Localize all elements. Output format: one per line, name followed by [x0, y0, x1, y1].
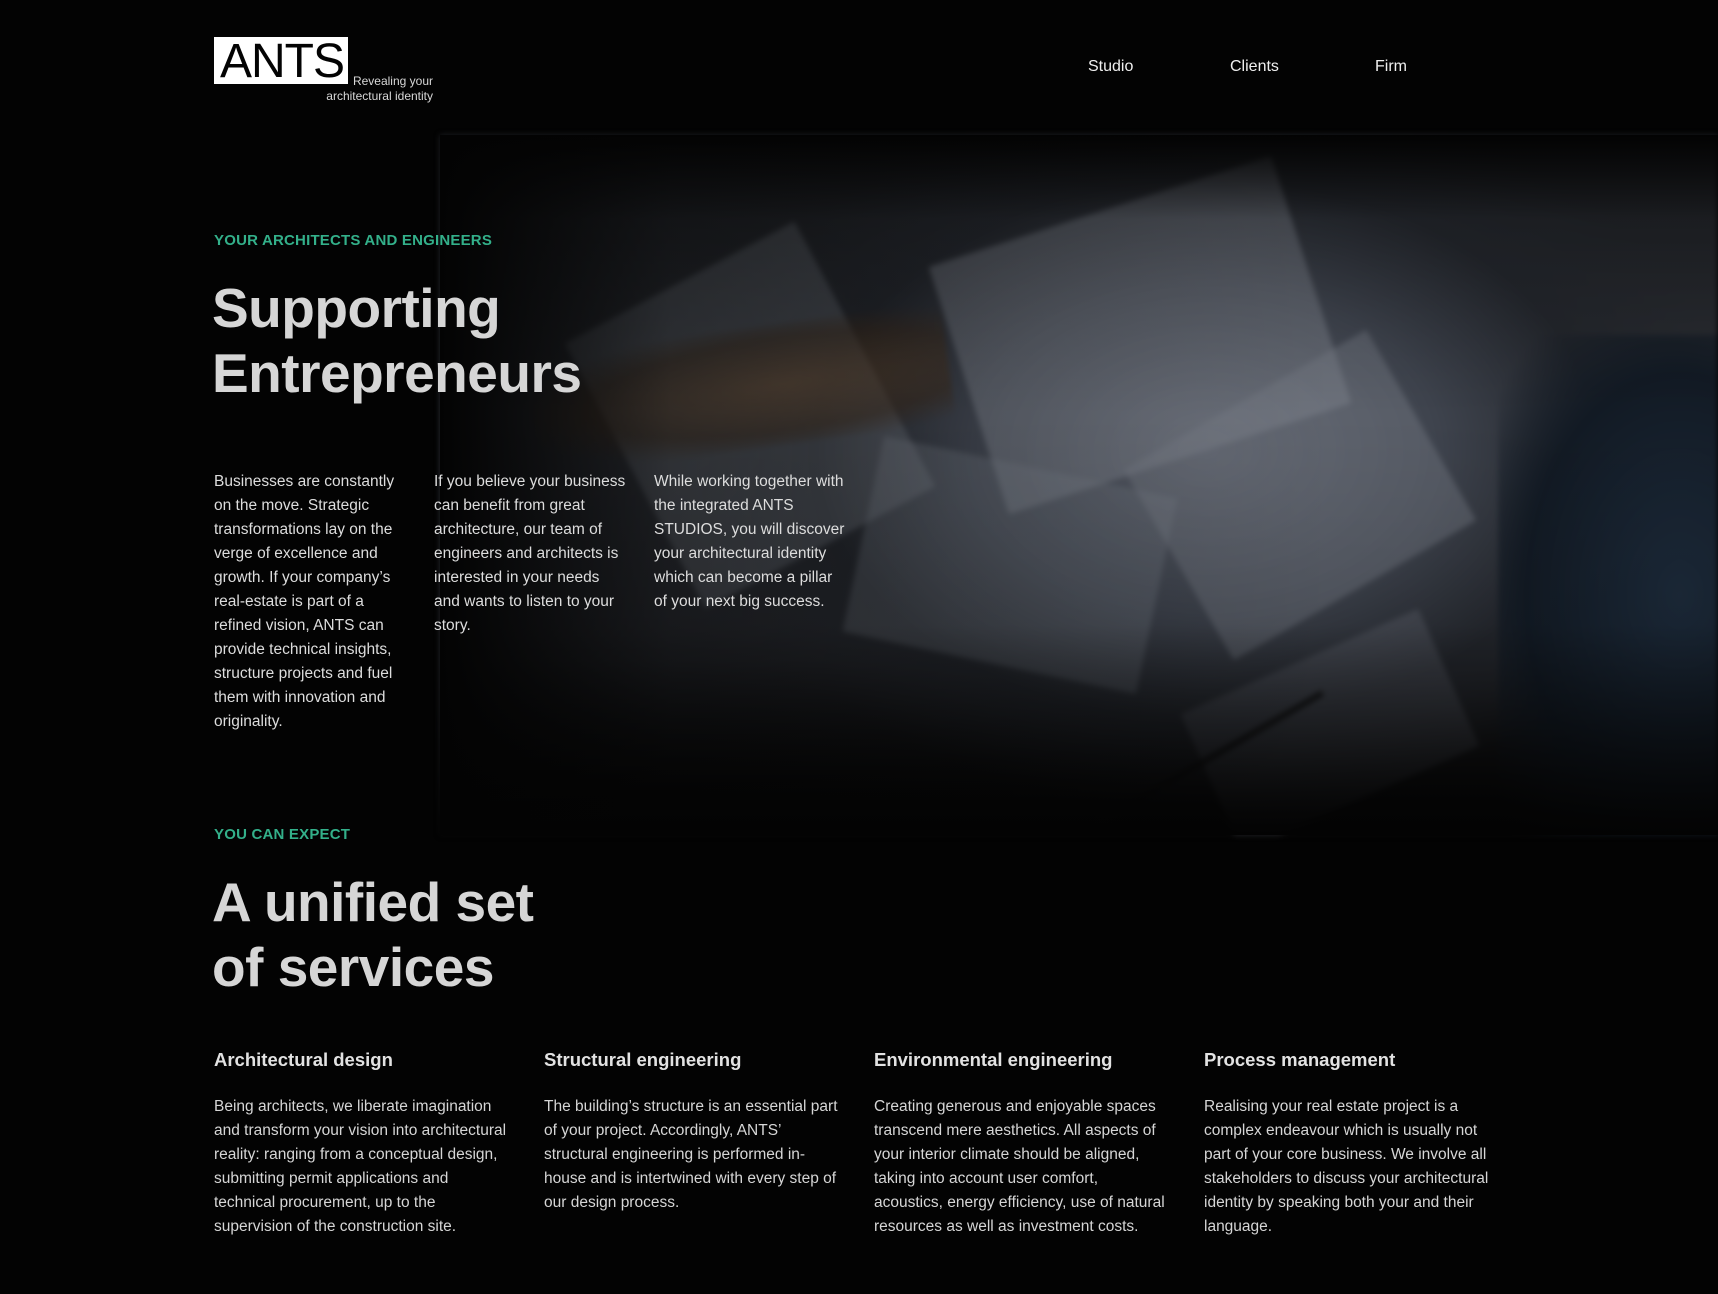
hero-eyebrow: YOUR ARCHITECTS AND ENGINEERS — [214, 232, 493, 249]
intro-paragraph-2: If you believe your business can benefit… — [434, 473, 626, 634]
site-header: ANTS Revealing your architectural identi… — [0, 0, 1718, 130]
services-title: A unified set of services — [212, 870, 692, 1000]
services-eyebrow: YOU CAN EXPECT — [214, 826, 351, 843]
logo-tagline: Revealing your architectural identity — [326, 74, 433, 103]
service-description: Creating generous and enjoyable spaces t… — [874, 1098, 1165, 1235]
service-title: Architectural design — [214, 1049, 393, 1070]
service-description: Realising your real estate project is a … — [1204, 1098, 1489, 1235]
services-title-line-2: of services — [212, 936, 494, 998]
nav-item-clients[interactable]: Clients — [1230, 58, 1279, 76]
service-process-management: Process management Realising your real e… — [1204, 1048, 1500, 1239]
hero-title: Supporting Entrepreneurs — [212, 276, 692, 406]
nav-item-firm[interactable]: Firm — [1375, 58, 1407, 76]
service-environmental-engineering: Environmental engineering Creating gener… — [874, 1048, 1170, 1239]
hero-image-fade — [440, 135, 1718, 835]
service-architectural-design: Architectural design Being architects, w… — [214, 1048, 510, 1239]
ants-logo[interactable]: ANTS Revealing your architectural identi… — [214, 37, 444, 107]
intro-paragraph-3: While working together with the integrat… — [654, 473, 845, 610]
intro-paragraph-1: Businesses are constantly on the move. S… — [214, 473, 395, 730]
service-title: Environmental engineering — [874, 1049, 1113, 1070]
service-title: Structural engineering — [544, 1049, 742, 1070]
hero-title-line-1: Supporting — [212, 277, 501, 339]
nav-item-studio[interactable]: Studio — [1088, 58, 1133, 76]
service-title: Process management — [1204, 1049, 1396, 1070]
service-description: Being architects, we liberate imaginatio… — [214, 1098, 507, 1235]
hero-title-line-2: Entrepreneurs — [212, 342, 582, 404]
service-description: The building’s structure is an essential… — [544, 1098, 838, 1211]
page: ANTS Revealing your architectural identi… — [0, 0, 1718, 1294]
services-title-line-1: A unified set — [212, 871, 534, 933]
service-structural-engineering: Structural engineering The building’s st… — [544, 1048, 840, 1215]
